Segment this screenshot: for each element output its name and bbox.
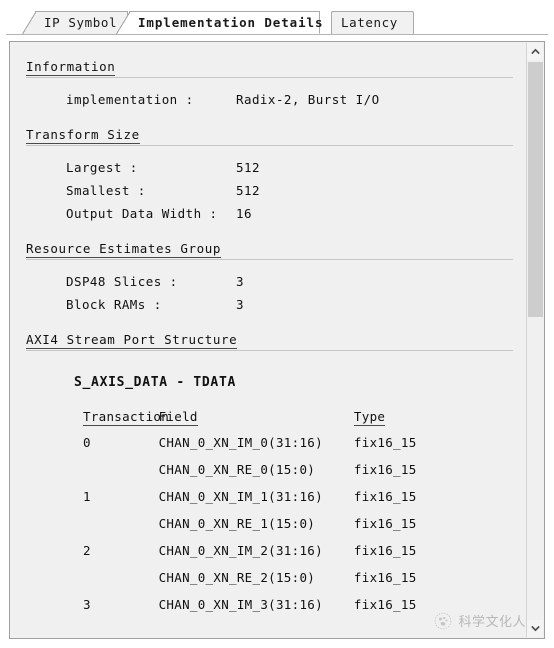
field-label-block-rams: Block RAMs : bbox=[66, 297, 162, 312]
cell-transaction: 2 bbox=[83, 543, 91, 558]
details-scroll-viewport[interactable]: Information implementation : Radix-2, Bu… bbox=[11, 43, 527, 637]
cell-field: CHAN_0_XN_IM_3(31:16) bbox=[158, 597, 323, 612]
field-value-block-rams: 3 bbox=[236, 297, 244, 312]
scroll-down-button[interactable] bbox=[527, 620, 543, 637]
section-header-information-label: Information bbox=[26, 59, 116, 76]
cell-transaction: 1 bbox=[83, 489, 91, 504]
field-row-block-rams: Block RAMs : 3 bbox=[26, 293, 527, 316]
column-header-transaction: Transaction bbox=[83, 409, 170, 426]
cell-transaction bbox=[26, 564, 159, 591]
field-row-output-data-width: Output Data Width : 16 bbox=[26, 202, 527, 225]
scroll-up-button[interactable] bbox=[527, 43, 543, 60]
cell-field: CHAN_0_XN_RE_2(15:0) bbox=[158, 570, 316, 585]
tab-ip-symbol-label: IP Symbol bbox=[44, 15, 118, 30]
table-row: 2 CHAN_0_XN_IM_2(31:16) fix16_15 bbox=[26, 537, 496, 564]
chevron-down-icon bbox=[530, 625, 540, 632]
section-rule bbox=[26, 77, 513, 78]
cell-type: fix16_15 bbox=[353, 516, 417, 531]
field-row-smallest: Smallest : 512 bbox=[26, 179, 527, 202]
port-structure-table-head: Transaction Field Type bbox=[26, 404, 496, 429]
cell-field: CHAN_0_XN_IM_2(31:16) bbox=[158, 543, 323, 558]
port-structure-table: Transaction Field Type 0 CHAN_0_XN_IM_0(… bbox=[26, 404, 496, 618]
cell-field: CHAN_0_XN_RE_0(15:0) bbox=[158, 462, 316, 477]
tab-ip-symbol[interactable]: IP Symbol bbox=[22, 11, 128, 34]
tab-implementation-details[interactable]: Implementation Details bbox=[116, 11, 324, 34]
implementation-details-document: Information implementation : Radix-2, Bu… bbox=[11, 43, 527, 618]
table-header-row: Transaction Field Type bbox=[26, 404, 496, 429]
tab-strip-divider bbox=[6, 34, 548, 35]
field-row-dsp48-slices: DSP48 Slices : 3 bbox=[26, 270, 527, 293]
table-row: 3 CHAN_0_XN_IM_3(31:16) fix16_15 bbox=[26, 591, 496, 618]
field-value-implementation: Radix-2, Burst I/O bbox=[236, 92, 380, 107]
field-label-implementation: implementation : bbox=[66, 92, 194, 107]
vertical-scrollbar[interactable] bbox=[526, 43, 543, 637]
table-row: CHAN_0_XN_RE_0(15:0) fix16_15 bbox=[26, 456, 496, 483]
cell-transaction bbox=[26, 510, 159, 537]
field-label-dsp48-slices: DSP48 Slices : bbox=[66, 274, 178, 289]
field-label-largest: Largest : bbox=[66, 160, 138, 175]
cell-type: fix16_15 bbox=[353, 597, 417, 612]
field-row-implementation: implementation : Radix-2, Burst I/O bbox=[26, 88, 527, 111]
section-header-transform-size-label: Transform Size bbox=[26, 127, 140, 144]
tab-implementation-details-label: Implementation Details bbox=[138, 15, 324, 30]
field-label-smallest: Smallest : bbox=[66, 183, 146, 198]
cell-transaction: 3 bbox=[83, 597, 91, 612]
tab-strip: IP Symbol Implementation Details Latency bbox=[0, 0, 554, 36]
port-structure-table-body: 0 CHAN_0_XN_IM_0(31:16) fix16_15 CHAN_0_… bbox=[26, 429, 496, 618]
table-row: 1 CHAN_0_XN_IM_1(31:16) fix16_15 bbox=[26, 483, 496, 510]
section-header-axi4-stream-port-structure-label: AXI4 Stream Port Structure bbox=[26, 332, 238, 349]
column-header-field: Field bbox=[158, 409, 198, 426]
section-header-resource-estimates: Resource Estimates Group bbox=[26, 241, 513, 260]
field-label-output-data-width: Output Data Width : bbox=[66, 206, 218, 221]
cell-field: CHAN_0_XN_IM_1(31:16) bbox=[158, 489, 323, 504]
field-value-output-data-width: 16 bbox=[236, 206, 252, 221]
cell-type: fix16_15 bbox=[353, 570, 417, 585]
section-rule bbox=[26, 350, 513, 351]
cell-type: fix16_15 bbox=[353, 543, 417, 558]
table-row: CHAN_0_XN_RE_1(15:0) fix16_15 bbox=[26, 510, 496, 537]
ip-customization-window: IP Symbol Implementation Details Latency… bbox=[0, 0, 554, 648]
table-row: CHAN_0_XN_RE_2(15:0) fix16_15 bbox=[26, 564, 496, 591]
field-row-largest: Largest : 512 bbox=[26, 156, 527, 179]
tab-latency-label: Latency bbox=[341, 15, 398, 30]
port-group-subheading: S_AXIS_DATA - TDATA bbox=[74, 375, 237, 390]
section-header-transform-size: Transform Size bbox=[26, 127, 513, 146]
details-panel: Information implementation : Radix-2, Bu… bbox=[9, 41, 545, 639]
tab-latency[interactable]: Latency bbox=[331, 11, 414, 34]
cell-type: fix16_15 bbox=[353, 462, 417, 477]
section-rule bbox=[26, 145, 513, 146]
section-header-axi4-stream-port-structure: AXI4 Stream Port Structure bbox=[26, 332, 513, 351]
section-header-resource-estimates-label: Resource Estimates Group bbox=[26, 241, 222, 258]
field-value-dsp48-slices: 3 bbox=[236, 274, 244, 289]
field-value-largest: 512 bbox=[236, 160, 260, 175]
field-value-smallest: 512 bbox=[236, 183, 260, 198]
cell-field: CHAN_0_XN_RE_1(15:0) bbox=[158, 516, 316, 531]
cell-type: fix16_15 bbox=[353, 489, 417, 504]
chevron-up-icon bbox=[530, 48, 540, 55]
cell-type: fix16_15 bbox=[353, 435, 417, 450]
table-row: 0 CHAN_0_XN_IM_0(31:16) fix16_15 bbox=[26, 429, 496, 456]
cell-field: CHAN_0_XN_IM_0(31:16) bbox=[158, 435, 323, 450]
section-header-information: Information bbox=[26, 59, 513, 78]
cell-transaction bbox=[26, 456, 159, 483]
scrollbar-thumb[interactable] bbox=[528, 62, 543, 317]
column-header-type: Type bbox=[353, 409, 386, 426]
cell-transaction: 0 bbox=[83, 435, 91, 450]
section-rule bbox=[26, 259, 513, 260]
